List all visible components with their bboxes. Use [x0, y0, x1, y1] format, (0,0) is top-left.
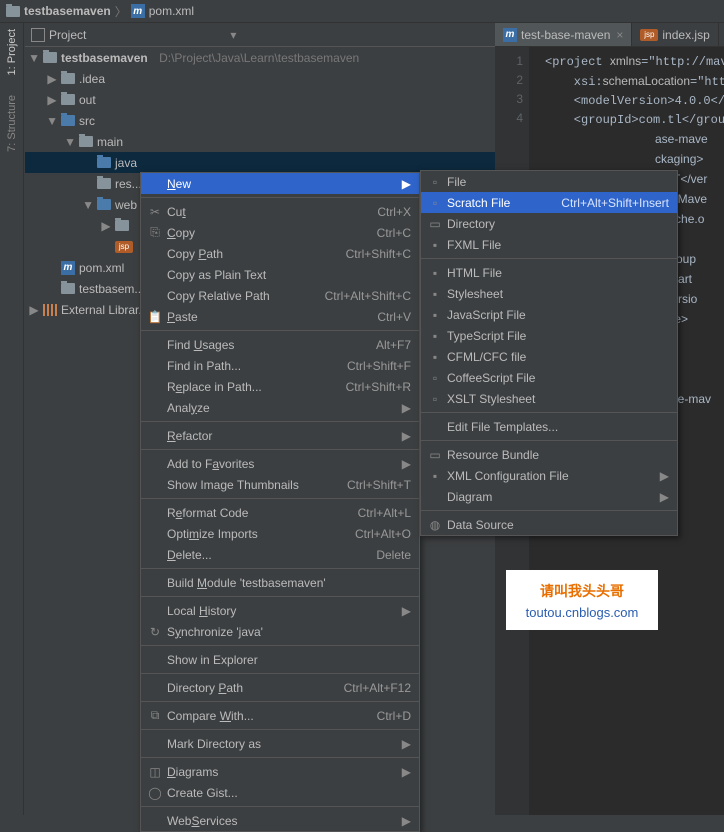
- menu-item[interactable]: Find in Path...Ctrl+Shift+F: [141, 355, 419, 376]
- menu-item[interactable]: Reformat CodeCtrl+Alt+L: [141, 502, 419, 523]
- folder-icon: [6, 6, 20, 17]
- breadcrumb-root[interactable]: testbasemaven: [24, 4, 111, 18]
- menu-item[interactable]: ▫XSLT Stylesheet: [421, 388, 677, 409]
- chevron-right-icon: ▶: [402, 814, 411, 828]
- sidebar-tab-structure[interactable]: 7: Structure: [6, 95, 18, 152]
- menu-item[interactable]: Find UsagesAlt+F7: [141, 334, 419, 355]
- gh-icon: ◯: [147, 786, 163, 800]
- new-submenu: ▫File▫Scratch FileCtrl+Alt+Shift+Insert▭…: [420, 170, 678, 536]
- chevron-right-icon: ▶: [402, 604, 411, 618]
- menu-item[interactable]: ▪Stylesheet: [421, 283, 677, 304]
- toolwindow-title[interactable]: Project: [49, 28, 86, 42]
- editor-tabs: mtest-base-maven× jspindex.jsp: [495, 23, 724, 47]
- xml-icon: ▪: [427, 469, 443, 483]
- tree-node[interactable]: ▼main: [25, 131, 495, 152]
- menu-item[interactable]: ▫Scratch FileCtrl+Alt+Shift+Insert: [421, 192, 677, 213]
- menu-item[interactable]: Local History▶: [141, 600, 419, 621]
- menu-item[interactable]: Copy Relative PathCtrl+Alt+Shift+C: [141, 285, 419, 306]
- file-icon: ▫: [427, 371, 443, 385]
- editor-tab[interactable]: jspindex.jsp: [632, 23, 718, 46]
- menu-item[interactable]: ↻Synchronize 'java': [141, 621, 419, 642]
- menu-item[interactable]: Show in Explorer: [141, 649, 419, 670]
- sidebar-tab-project[interactable]: 1: Project: [6, 29, 18, 75]
- menu-item[interactable]: Replace in Path...Ctrl+Shift+R: [141, 376, 419, 397]
- menu-item[interactable]: WebServices▶: [141, 810, 419, 831]
- menu-item[interactable]: ▪CFML/CFC file: [421, 346, 677, 367]
- menu-item[interactable]: Build Module 'testbasemaven': [141, 572, 419, 593]
- file-icon: ▫: [427, 392, 443, 406]
- js-icon: ▪: [427, 308, 443, 322]
- menu-item[interactable]: New▶: [141, 173, 419, 194]
- file-icon: ▫: [427, 196, 443, 210]
- db-icon: ◍: [427, 518, 443, 532]
- menu-item[interactable]: Directory PathCtrl+Alt+F12: [141, 677, 419, 698]
- watermark: 请叫我头头哥 toutou.cnblogs.com: [506, 570, 658, 630]
- menu-item[interactable]: ▭Resource Bundle: [421, 444, 677, 465]
- menu-item[interactable]: Optimize ImportsCtrl+Alt+O: [141, 523, 419, 544]
- menu-item[interactable]: ✂CutCtrl+X: [141, 201, 419, 222]
- chevron-right-icon: ▶: [402, 737, 411, 751]
- menu-item[interactable]: Add to Favorites▶: [141, 453, 419, 474]
- chevron-right-icon: ▶: [402, 401, 411, 415]
- menu-item[interactable]: Copy as Plain Text: [141, 264, 419, 285]
- menu-item[interactable]: ▪XML Configuration File▶: [421, 465, 677, 486]
- project-icon: [31, 28, 45, 42]
- menu-item[interactable]: 📋PasteCtrl+V: [141, 306, 419, 327]
- menu-item[interactable]: ⧉Compare With...Ctrl+D: [141, 705, 419, 726]
- sidebar-left: 1: Project 7: Structure: [0, 23, 24, 815]
- sync-icon: ↻: [147, 625, 163, 639]
- menu-item[interactable]: ▪JavaScript File: [421, 304, 677, 325]
- close-icon[interactable]: ×: [616, 28, 623, 42]
- menu-item[interactable]: Edit File Templates...: [421, 416, 677, 437]
- xml-icon: ▪: [427, 238, 443, 252]
- file-icon: ▫: [427, 175, 443, 189]
- paste-icon: 📋: [147, 310, 163, 324]
- menu-item[interactable]: ▫CoffeeScript File: [421, 367, 677, 388]
- menu-item[interactable]: ▪TypeScript File: [421, 325, 677, 346]
- css-icon: ▪: [427, 287, 443, 301]
- menu-item[interactable]: ▭Directory: [421, 213, 677, 234]
- chevron-down-icon[interactable]: ▾: [230, 28, 236, 42]
- menu-item[interactable]: ▪FXML File: [421, 234, 677, 255]
- chevron-right-icon: ▶: [402, 429, 411, 443]
- menu-item[interactable]: ◯Create Gist...: [141, 782, 419, 803]
- menu-item[interactable]: ▫File: [421, 171, 677, 192]
- menu-item[interactable]: Show Image ThumbnailsCtrl+Shift+T: [141, 474, 419, 495]
- menu-item[interactable]: Delete...Delete: [141, 544, 419, 565]
- chevron-right-icon: ▶: [660, 469, 669, 483]
- folder-icon: ▭: [427, 217, 443, 231]
- breadcrumb: testbasemaven 〉 m pom.xml: [0, 0, 724, 23]
- tree-root[interactable]: ▼ testbasemaven D:\Project\Java\Learn\te…: [25, 47, 495, 68]
- menu-item[interactable]: ◍Data Source: [421, 514, 677, 535]
- rb-icon: ▭: [427, 448, 443, 462]
- menu-item[interactable]: Refactor▶: [141, 425, 419, 446]
- copy-icon: ⎘: [147, 225, 163, 240]
- chevron-right-icon: ▶: [402, 765, 411, 779]
- menu-item[interactable]: ◫Diagrams▶: [141, 761, 419, 782]
- cut-icon: ✂: [147, 205, 163, 219]
- diff-icon: ⧉: [147, 708, 163, 723]
- editor-tab[interactable]: mtest-base-maven×: [495, 23, 632, 46]
- tree-node[interactable]: ▶.idea: [25, 68, 495, 89]
- menu-item[interactable]: Diagram▶: [421, 486, 677, 507]
- ts-icon: ▪: [427, 329, 443, 343]
- menu-item[interactable]: ▪HTML File: [421, 262, 677, 283]
- menu-item[interactable]: ⎘CopyCtrl+C: [141, 222, 419, 243]
- chevron-right-icon: ▶: [402, 457, 411, 471]
- menu-item[interactable]: Analyze▶: [141, 397, 419, 418]
- chevron-right-icon: ▶: [402, 177, 411, 191]
- breadcrumb-file[interactable]: pom.xml: [149, 4, 194, 18]
- menu-item[interactable]: Mark Directory as▶: [141, 733, 419, 754]
- chevron-right-icon: ▶: [660, 490, 669, 504]
- context-menu: New▶ ✂CutCtrl+X⎘CopyCtrl+CCopy PathCtrl+S…: [140, 172, 420, 832]
- cf-icon: ▪: [427, 350, 443, 364]
- menu-item[interactable]: Copy PathCtrl+Shift+C: [141, 243, 419, 264]
- ant-icon[interactable]: [5, 172, 19, 186]
- html-icon: ▪: [427, 266, 443, 280]
- tree-node[interactable]: ▶out: [25, 89, 495, 110]
- diag-icon: ◫: [147, 765, 163, 779]
- maven-icon: m: [131, 4, 145, 18]
- tree-node[interactable]: ▼src: [25, 110, 495, 131]
